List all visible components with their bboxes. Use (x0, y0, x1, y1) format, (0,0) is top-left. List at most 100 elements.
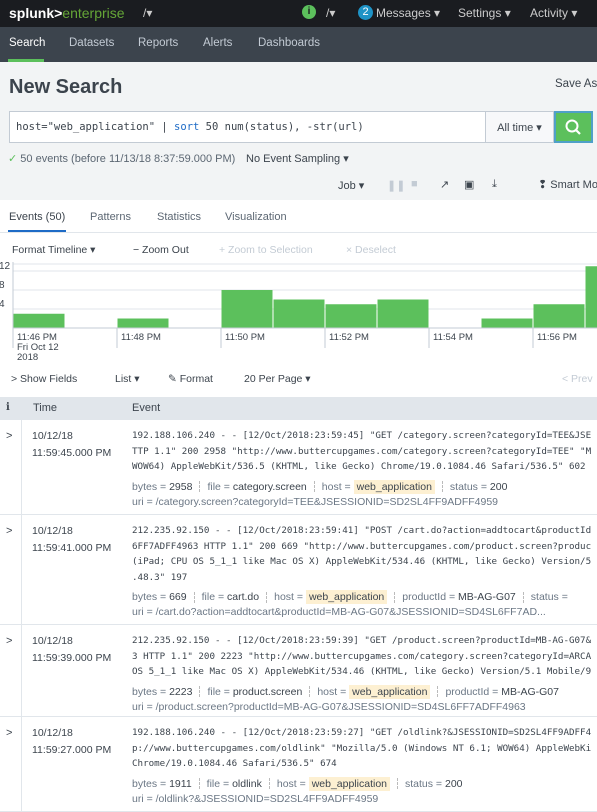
expand-chevron-icon[interactable]: > (6, 635, 12, 647)
pause-icon[interactable]: ❚❚ (387, 179, 405, 192)
row-divider (21, 515, 22, 624)
field-uri[interactable]: uri = /category.screen?categoryId=TEE&JS… (132, 495, 591, 510)
field-bytes[interactable]: bytes = 2223 (132, 686, 192, 698)
messages-menu[interactable]: Messages ▾ (376, 6, 440, 20)
field-productId[interactable]: productId = MB-AG-G07 (445, 686, 559, 698)
field-file[interactable]: file = cart.do (202, 591, 260, 603)
timeline-bar[interactable] (481, 318, 533, 329)
query-command: sort (174, 121, 200, 133)
timeline-bar[interactable] (325, 304, 377, 328)
field-value: 2223 (169, 685, 193, 698)
event-time[interactable]: 10/12/18 11:59:39.000 PM (32, 633, 111, 667)
field-bytes[interactable]: bytes = 2958 (132, 481, 192, 493)
time-range-picker[interactable]: All time ▾ (486, 111, 554, 143)
share-icon[interactable]: ↗ (440, 178, 449, 191)
event-time[interactable]: 10/12/18 11:59:45.000 PM (32, 428, 111, 462)
expand-chevron-icon[interactable]: > (6, 430, 12, 442)
nav-search[interactable]: Search (9, 37, 45, 49)
timeline-bar[interactable] (585, 266, 597, 328)
field-file[interactable]: file = oldlink (207, 778, 262, 790)
nav-dashboards[interactable]: Dashboards (258, 37, 320, 49)
timeline-bar[interactable] (533, 304, 585, 328)
field-separator (268, 778, 270, 790)
nav-alerts[interactable]: Alerts (203, 37, 232, 49)
event-sampling-dropdown[interactable]: No Event Sampling ▾ (246, 152, 349, 165)
y-tick-label: 12 (0, 262, 11, 272)
event-line: Chrome/19.0.1084.46 Safari/536.5" 674 (132, 758, 337, 769)
show-fields-button[interactable]: > Show Fields (11, 373, 77, 385)
field-uri[interactable]: uri = /cart.do?action=addtocart&productI… (132, 605, 591, 620)
stop-icon[interactable]: ■ (411, 178, 418, 190)
event-time[interactable]: 10/12/18 11:59:27.000 PM (32, 725, 111, 759)
logo-text-splunk: splunk> (9, 5, 63, 21)
field-file[interactable]: file = product.screen (207, 686, 302, 698)
tab-statistics[interactable]: Statistics (157, 211, 201, 223)
job-menu[interactable]: Job ▾ (338, 179, 364, 192)
search-input[interactable]: host="web_application" | sort 50 num(sta… (9, 111, 486, 143)
column-time[interactable]: Time (33, 402, 57, 414)
deselect-button[interactable]: × Deselect (346, 244, 396, 256)
expand-chevron-icon[interactable]: > (6, 525, 12, 537)
expand-chevron-icon[interactable]: > (6, 727, 12, 739)
timeline-bar[interactable] (221, 290, 273, 328)
timeline-bar[interactable] (117, 318, 169, 329)
field-status[interactable]: status = 200 (405, 778, 463, 790)
activity-icon[interactable]: /▾ (326, 6, 335, 20)
format-button[interactable]: ✎ Format (168, 373, 213, 385)
save-as-button[interactable]: Save As (555, 78, 597, 90)
zoom-out-button[interactable]: − Zoom Out (133, 244, 189, 256)
splunk-logo[interactable]: splunk>enterprise (9, 5, 125, 21)
settings-menu[interactable]: Settings ▾ (458, 6, 511, 20)
timeline-chart[interactable]: 481211:46 PM 11:48 PM 11:50 PM 11:52 PM 11:5… (0, 262, 597, 362)
field-status[interactable]: status = 200 (450, 481, 508, 493)
event-time[interactable]: 10/12/18 11:59:41.000 PM (32, 523, 111, 557)
activity-menu[interactable]: Activity ▾ (530, 6, 577, 20)
field-bytes[interactable]: bytes = 1911 (132, 778, 192, 790)
event-row: > 10/12/18 11:59:39.000 PM 212.235.92.150… (0, 625, 597, 717)
timeline-bar[interactable] (377, 299, 429, 329)
field-uri[interactable]: uri = /product.screen?productId=MB-AG-G0… (132, 700, 591, 715)
event-line: WOW64) AppleWebKit/536.5 (KHTML, like Ge… (132, 461, 586, 472)
prev-page-button[interactable]: < Prev (562, 373, 593, 385)
print-icon[interactable]: ▣ (464, 178, 474, 191)
event-fields: bytes = 2958 file = category.screen host =… (132, 479, 591, 495)
smart-mode-dropdown[interactable]: ❢ Smart Mo (538, 178, 597, 191)
column-event[interactable]: Event (132, 402, 160, 414)
y-tick-label: 4 (0, 299, 5, 310)
field-status[interactable]: status = (531, 591, 568, 603)
search-status: ✓ 50 events (before 11/13/18 8:37:59.000… (8, 152, 235, 165)
field-host[interactable]: host = web_application (322, 479, 435, 494)
per-page-dropdown[interactable]: 20 Per Page ▾ (244, 373, 311, 385)
field-file[interactable]: file = category.screen (207, 481, 306, 493)
tab-visualization[interactable]: Visualization (225, 211, 287, 223)
event-row: > 10/12/18 11:59:41.000 PM 212.235.92.150… (0, 515, 597, 625)
row-divider (21, 717, 22, 811)
event-line: 212.235.92.150 - - [12/Oct/2018:23:59:41… (132, 525, 592, 536)
event-row: > 10/12/18 11:59:27.000 PM 192.188.106.24… (0, 717, 597, 812)
nav-reports[interactable]: Reports (138, 37, 178, 49)
field-value: product.screen (232, 685, 303, 698)
field-key: host (276, 777, 297, 790)
field-bytes[interactable]: bytes = 669 (132, 591, 187, 603)
field-value: web_application (353, 479, 435, 494)
tab-events[interactable]: Events (50) (9, 211, 65, 223)
field-host[interactable]: host = web_application (274, 590, 388, 604)
field-value: MB-AG-G07 (458, 591, 516, 603)
event-timestamp: 11:59:41.000 PM (32, 542, 112, 554)
field-host[interactable]: host = web_application (276, 776, 390, 791)
timeline-bar[interactable] (13, 313, 65, 328)
field-uri[interactable]: uri = /oldlink?&JSESSIONID=SD2SL4FF9ADFF… (132, 792, 591, 807)
format-timeline-dropdown[interactable]: Format Timeline ▾ (12, 244, 95, 256)
field-host[interactable]: host = web_application (317, 684, 431, 699)
export-icon[interactable]: ⤓ (492, 178, 497, 191)
tab-patterns[interactable]: Patterns (90, 211, 131, 223)
info-badge-icon[interactable]: i (302, 5, 316, 19)
field-productId[interactable]: productId = MB-AG-G07 (402, 591, 516, 603)
list-dropdown[interactable]: List ▾ (115, 373, 140, 385)
app-menu-icon[interactable]: /▾ (143, 6, 152, 20)
nav-datasets[interactable]: Datasets (69, 37, 114, 49)
search-button[interactable] (554, 111, 593, 143)
timeline-bar[interactable] (273, 299, 325, 329)
zoom-to-selection-button[interactable]: + Zoom to Selection (219, 244, 313, 256)
field-separator (394, 591, 396, 603)
